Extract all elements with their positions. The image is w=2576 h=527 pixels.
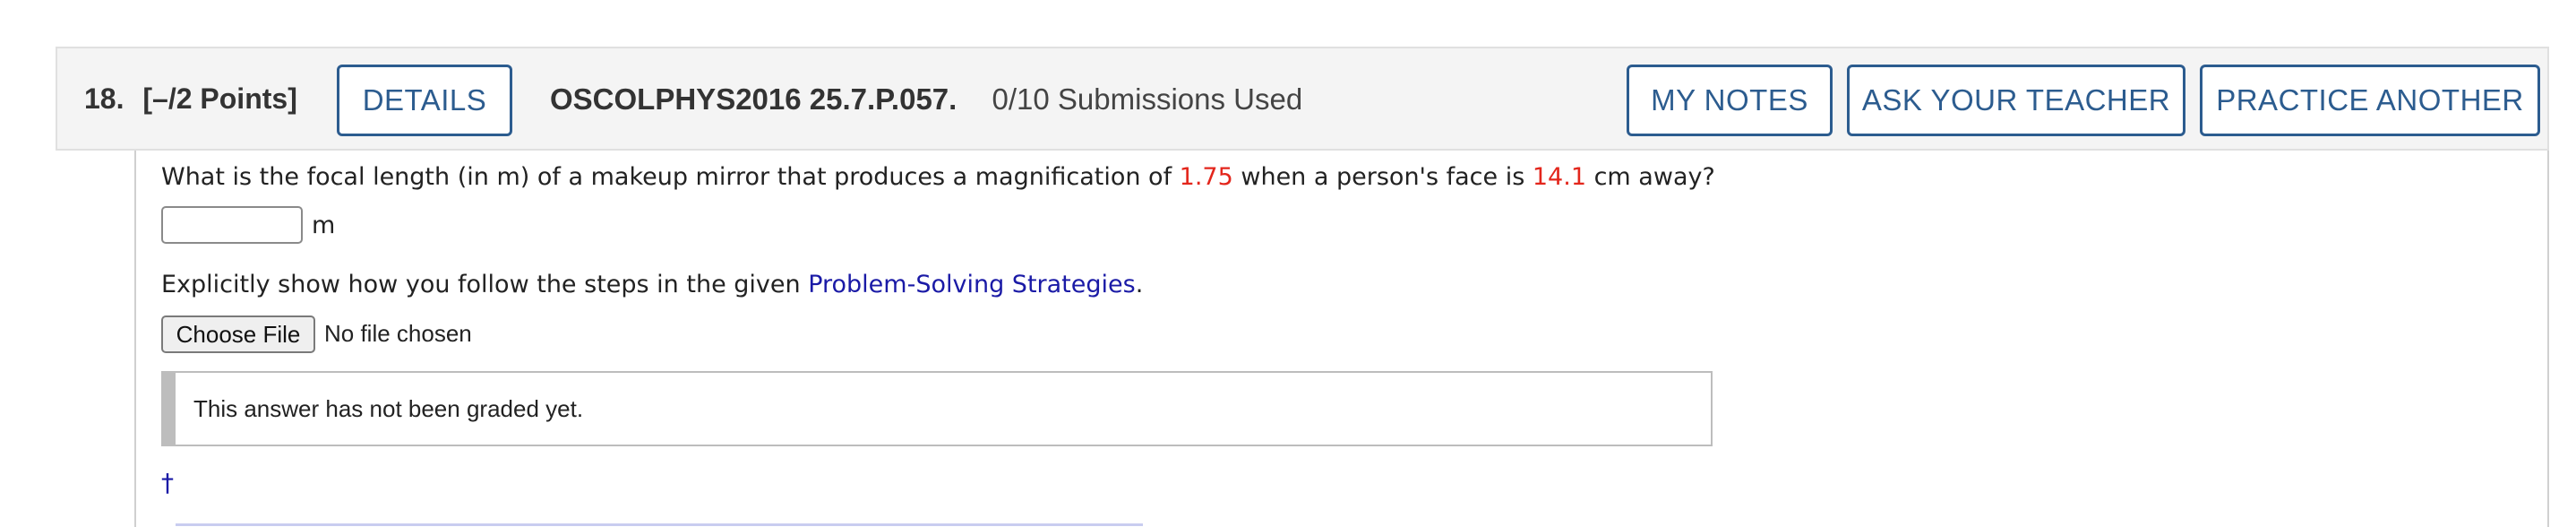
question-info: OSCOLPHYS2016 25.7.P.057. 0/10 Submissio…	[550, 82, 1302, 117]
file-status: No file chosen	[324, 320, 472, 347]
explain-instructions: Explicitly show how you follow the steps…	[161, 271, 1143, 298]
submissions-count: 0/10 Submissions Used	[992, 82, 1303, 116]
points-label: [–/2 Points]	[142, 82, 297, 115]
explain-period: .	[1135, 271, 1144, 298]
details-button[interactable]: DETAILS	[337, 65, 512, 136]
question-body	[134, 151, 2549, 527]
answer-input[interactable]	[161, 206, 303, 244]
question-text: What is the focal length (in m) of a mak…	[161, 163, 1715, 191]
next-section-edge	[176, 523, 1143, 527]
grading-message: This answer has not been graded yet.	[193, 395, 584, 422]
magnification-value: 1.75	[1179, 163, 1233, 191]
question-text-part1: What is the focal length (in m) of a mak…	[161, 163, 1180, 191]
question-text-part2: when a person's face is	[1232, 163, 1533, 191]
ask-teacher-button[interactable]: ASK YOUR TEACHER	[1847, 65, 2185, 136]
practice-another-button[interactable]: PRACTICE ANOTHER	[2200, 65, 2540, 136]
grading-status-box: This answer has not been graded yet.	[161, 371, 1713, 446]
distance-value: 14.1	[1532, 163, 1586, 191]
question-number: 18. [–/2 Points]	[84, 82, 297, 116]
question-number-label: 18.	[84, 82, 125, 115]
question-text-part3: cm away?	[1586, 163, 1715, 191]
question-code: OSCOLPHYS2016 25.7.P.057.	[550, 82, 957, 116]
problem-solving-link[interactable]: Problem-Solving Strategies	[808, 271, 1136, 298]
footnote-dagger[interactable]: †	[161, 468, 174, 497]
explain-text: Explicitly show how you follow the steps…	[161, 271, 809, 298]
my-notes-button[interactable]: MY NOTES	[1627, 65, 1833, 136]
answer-unit: m	[312, 212, 336, 239]
choose-file-button[interactable]: Choose File	[161, 315, 315, 353]
question-header: 18. [–/2 Points] DETAILS OSCOLPHYS2016 2…	[56, 47, 2549, 151]
